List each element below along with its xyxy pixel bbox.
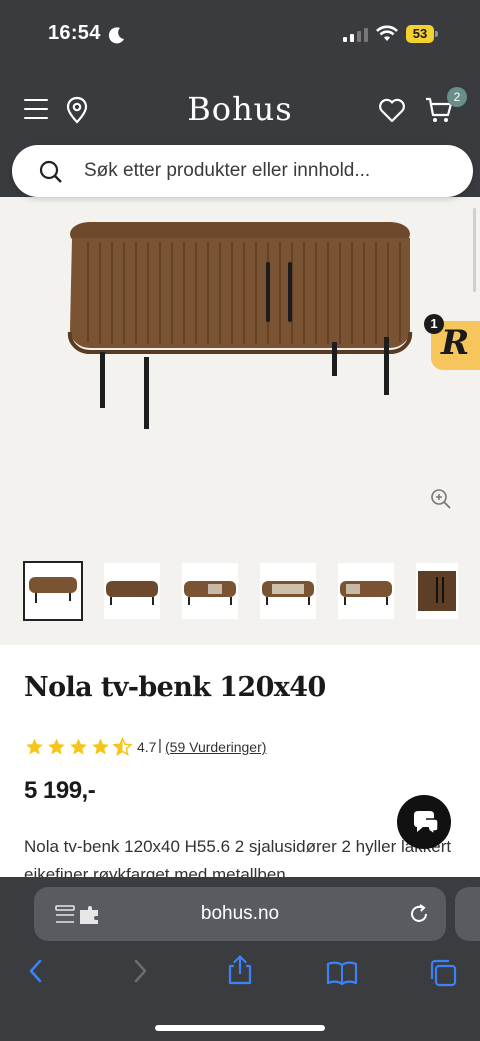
zoom-icon[interactable] — [429, 487, 453, 511]
next-tab-preview[interactable] — [455, 887, 480, 941]
thumbnail-2[interactable] — [104, 563, 160, 619]
reload-icon[interactable] — [408, 903, 430, 925]
review-widget-logo: R — [441, 323, 470, 363]
moon-icon — [108, 27, 124, 44]
chat-button[interactable] — [397, 795, 451, 849]
half-star-icon — [112, 737, 133, 757]
product-description: Nola tv-benk 120x40 H55.6 2 sjalusidører… — [24, 837, 452, 877]
product-price: 5 199,- — [24, 777, 96, 804]
rating-stars[interactable] — [24, 737, 133, 757]
review-widget-badge: 1 — [424, 314, 444, 334]
reviews-link[interactable]: (59 Vurderinger) — [165, 739, 266, 755]
status-time: 16:54 — [48, 22, 101, 44]
thumbnail-1[interactable] — [23, 561, 83, 621]
back-icon[interactable] — [26, 958, 46, 984]
battery-tip — [435, 31, 438, 37]
chat-bubble-icon — [414, 811, 439, 836]
browser-toolbar: bohus.no — [0, 877, 480, 1041]
star-icon — [48, 738, 65, 755]
star-icon — [70, 738, 87, 755]
share-icon[interactable] — [226, 954, 254, 986]
bookmarks-icon[interactable] — [326, 960, 358, 986]
product-image[interactable] — [60, 202, 420, 442]
search-bar[interactable] — [12, 145, 473, 197]
thumbnail-3[interactable] — [182, 563, 238, 619]
brand-logo[interactable]: Bohus — [0, 90, 480, 128]
gallery-scrollbar[interactable] — [473, 208, 476, 292]
signal-icon — [343, 28, 368, 42]
thumbnail-6[interactable] — [416, 563, 458, 619]
wifi-icon — [376, 25, 398, 41]
product-title: Nola tv-benk 120x40 — [24, 672, 326, 703]
star-icon — [26, 738, 43, 755]
cart-count-badge: 2 — [447, 87, 467, 107]
rating-separator: | — [158, 737, 162, 754]
tabs-icon[interactable] — [428, 958, 458, 988]
search-icon[interactable] — [38, 159, 64, 185]
url-text[interactable]: bohus.no — [34, 903, 446, 925]
address-bar[interactable]: bohus.no — [34, 887, 446, 941]
thumbnail-5[interactable] — [338, 563, 394, 619]
star-icon — [92, 738, 109, 755]
wishlist-heart-icon[interactable] — [378, 97, 406, 123]
thumbnail-strip — [0, 560, 480, 622]
search-input[interactable] — [84, 145, 454, 197]
rating-value: 4.7 — [137, 739, 157, 755]
product-gallery[interactable] — [0, 197, 480, 645]
battery-icon: 53 — [406, 25, 434, 43]
thumbnail-4[interactable] — [260, 563, 316, 619]
home-indicator[interactable] — [155, 1025, 325, 1031]
forward-icon[interactable] — [130, 958, 150, 984]
